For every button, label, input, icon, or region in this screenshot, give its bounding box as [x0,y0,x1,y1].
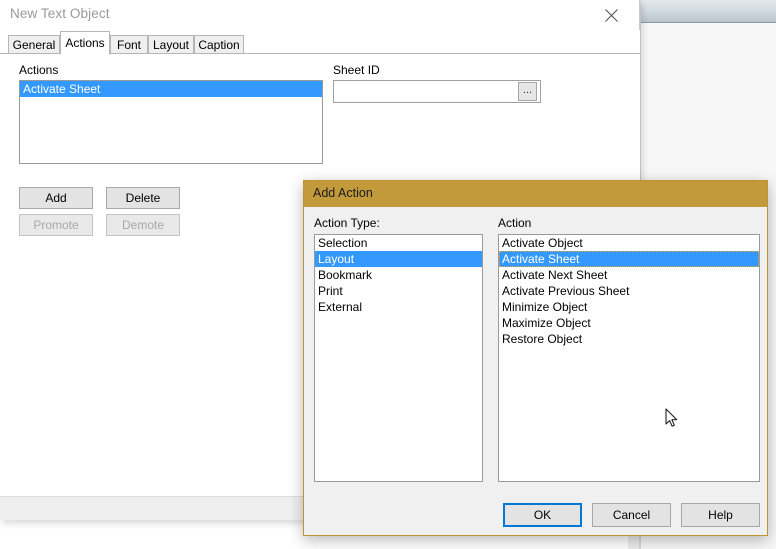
sheet-id-label: Sheet ID [333,63,380,77]
list-item[interactable]: Activate Previous Sheet [499,283,759,299]
add-button[interactable]: Add [19,187,93,209]
tab-font-label: Font [117,37,142,52]
list-item[interactable]: Selection [315,235,482,251]
ok-button-label: OK [533,508,552,522]
promote-button-label: Promote [33,218,79,232]
list-item[interactable]: Bookmark [315,267,482,283]
close-icon [605,8,618,22]
list-item[interactable]: Activate Sheet [499,251,759,267]
close-button[interactable] [589,0,634,30]
sheet-id-input[interactable] [333,80,541,103]
tab-layout[interactable]: Layout [148,35,194,54]
tab-caption-label: Caption [198,37,240,52]
add-button-label: Add [45,191,67,205]
list-item[interactable]: External [315,299,482,315]
sheet-id-browse-button[interactable]: ... [518,82,537,101]
list-item[interactable]: Minimize Object [499,299,759,315]
tab-font[interactable]: Font [110,35,148,54]
delete-button-label: Delete [125,191,161,205]
tab-caption[interactable]: Caption [194,35,244,54]
help-button-label: Help [708,508,733,522]
action-listbox[interactable]: Activate Object Activate Sheet Activate … [498,234,760,482]
actions-group-label: Actions [19,63,59,77]
list-item[interactable]: Layout [315,251,482,267]
background-window-titlebar [641,0,776,23]
tab-strip: General Actions Font Layout Caption [0,30,640,55]
add-action-title: Add Action [313,186,373,200]
ellipsis-icon: ... [522,83,533,96]
action-type-listbox[interactable]: Selection Layout Bookmark Print External [314,234,483,482]
cancel-button[interactable]: Cancel [592,503,671,527]
ok-button[interactable]: OK [503,503,582,527]
tab-actions-label: Actions [65,36,105,50]
action-type-label: Action Type: [314,216,380,230]
tab-actions[interactable]: Actions [60,31,110,55]
delete-button[interactable]: Delete [106,187,180,209]
actions-listbox[interactable]: Activate Sheet [19,80,323,164]
main-dialog-titlebar: New Text Object [0,0,639,30]
main-dialog-title: New Text Object [10,6,110,21]
list-item[interactable]: Maximize Object [499,315,759,331]
promote-button: Promote [19,214,93,236]
cancel-button-label: Cancel [612,508,651,522]
add-action-dialog: Add Action Action Type: Selection Layout… [303,180,768,536]
add-action-body: Action Type: Selection Layout Bookmark P… [304,207,767,535]
add-action-titlebar: Add Action [304,181,767,207]
list-item[interactable]: Restore Object [499,331,759,347]
list-item[interactable]: Activate Sheet [20,81,322,97]
action-label: Action [498,216,532,230]
tab-layout-label: Layout [152,37,190,52]
help-button[interactable]: Help [681,503,760,527]
list-item[interactable]: Activate Object [499,235,759,251]
list-item[interactable]: Activate Next Sheet [499,267,759,283]
tab-general[interactable]: General [8,35,60,54]
list-item[interactable]: Print [315,283,482,299]
tab-general-label: General [12,37,56,52]
demote-button: Demote [106,214,180,236]
demote-button-label: Demote [121,218,165,232]
